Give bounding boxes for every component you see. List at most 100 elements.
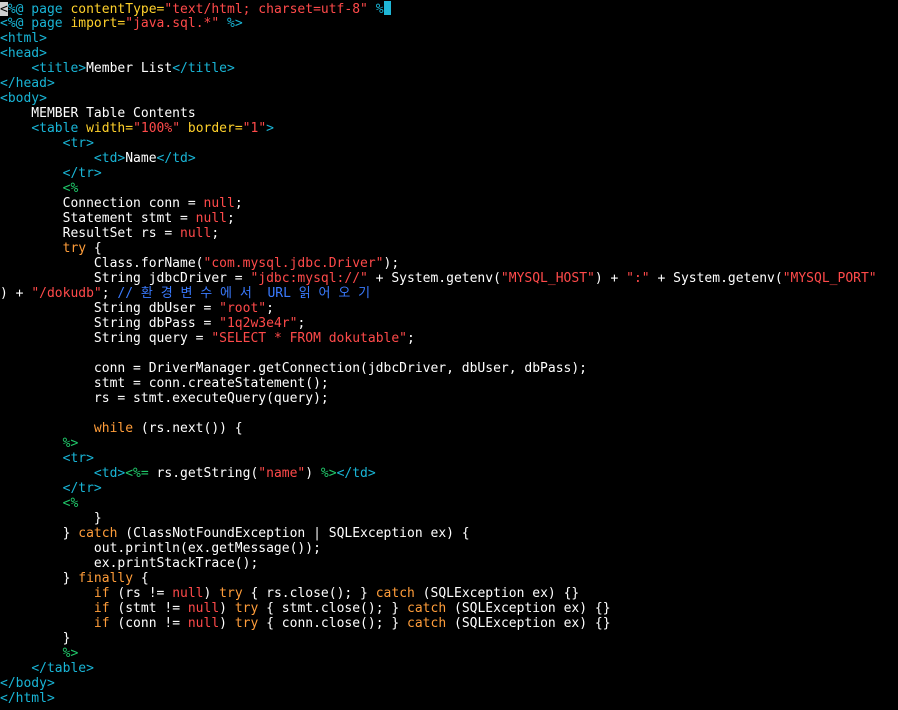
code-token: (rs != bbox=[109, 586, 173, 601]
code-token: } bbox=[0, 526, 79, 541]
code-token: String dbPass = bbox=[0, 316, 220, 331]
code-line: <td>Name</td> bbox=[0, 151, 898, 166]
code-line: </head> bbox=[0, 76, 898, 91]
code-token: </td> bbox=[336, 466, 376, 481]
code-line: } finally { bbox=[0, 571, 898, 586]
code-line: <title>Member List</title> bbox=[0, 61, 898, 76]
code-token: if bbox=[93, 616, 110, 631]
code-token: null bbox=[172, 586, 204, 601]
code-token: <title> bbox=[31, 61, 87, 76]
code-line: <td><%= rs.getString("name") %></td> bbox=[0, 466, 898, 481]
code-token: { bbox=[86, 241, 102, 256]
code-line: out.println(ex.getMessage()); bbox=[0, 541, 898, 556]
code-token: (ClassNotFoundException | SQLException e… bbox=[117, 526, 470, 541]
code-token: ex.printStackTrace(); bbox=[0, 556, 259, 571]
code-token: %@ page bbox=[7, 2, 71, 16]
code-line: </tr> bbox=[0, 481, 898, 496]
code-line: <body> bbox=[0, 91, 898, 106]
code-token: null bbox=[187, 616, 220, 631]
code-token: stmt = conn.createStatement(); bbox=[0, 376, 329, 391]
code-token: <% bbox=[62, 181, 79, 196]
code-line: </body> bbox=[0, 676, 898, 691]
code-token: (SQLException ex) {} bbox=[446, 616, 611, 631]
code-line: try { bbox=[0, 241, 898, 256]
code-token: rs = stmt.executeQuery(query); bbox=[0, 391, 329, 406]
code-token: String dbUser = bbox=[0, 301, 220, 316]
code-line: <head> bbox=[0, 46, 898, 61]
code-token: catch bbox=[375, 586, 415, 601]
code-line: <% bbox=[0, 496, 898, 511]
code-token: %> bbox=[62, 646, 79, 661]
code-token: <%= bbox=[125, 466, 149, 481]
code-token: try bbox=[219, 586, 243, 601]
code-token: </table> bbox=[31, 661, 94, 676]
code-line: conn = DriverManager.getConnection(jdbcD… bbox=[0, 361, 898, 376]
code-line: rs = stmt.executeQuery(query); bbox=[0, 391, 898, 406]
code-line: %> bbox=[0, 436, 898, 451]
code-token: } bbox=[0, 571, 79, 586]
code-token: ; bbox=[226, 211, 235, 226]
code-token: // 환 경 변 수 에 서 URL 읽 어 오 기 bbox=[117, 286, 371, 301]
code-token: </tr> bbox=[62, 481, 102, 496]
code-token: </html> bbox=[0, 691, 55, 706]
code-token: <table bbox=[31, 121, 87, 136]
code-token: { conn.close(); } bbox=[258, 616, 408, 631]
code-line: if (rs != null) try { rs.close(); } catc… bbox=[0, 586, 898, 601]
code-token: { rs.close(); } bbox=[242, 586, 376, 601]
code-token: ) bbox=[203, 586, 220, 601]
code-token: <tr> bbox=[62, 136, 94, 151]
code-token: ) bbox=[219, 616, 235, 631]
code-token: </body> bbox=[0, 676, 55, 691]
code-token: "text/html; charset=utf-8" bbox=[164, 2, 368, 16]
code-token: "java.sql.*" bbox=[125, 16, 220, 31]
code-token: ; bbox=[297, 316, 306, 331]
code-token: Connection conn = bbox=[0, 196, 204, 211]
code-line: <tr> bbox=[0, 451, 898, 466]
code-line: ResultSet rs = null; bbox=[0, 226, 898, 241]
code-line: <table width="100%" border="1"> bbox=[0, 121, 898, 136]
code-token: catch bbox=[78, 526, 118, 541]
code-line: String jdbcDriver = "jdbc:mysql://" + Sy… bbox=[0, 271, 898, 286]
code-line: <% bbox=[0, 181, 898, 196]
code-line: if (stmt != null) try { stmt.close(); } … bbox=[0, 601, 898, 616]
code-token: "com.mysql.jdbc.Driver" bbox=[203, 256, 384, 271]
code-token: ) + bbox=[0, 286, 32, 301]
code-token: "SELECT * FROM dokutable" bbox=[211, 331, 407, 346]
code-token: "root" bbox=[219, 301, 267, 316]
terminal-editor[interactable]: <%@ page contentType="text/html; charset… bbox=[0, 0, 898, 710]
code-token: ; bbox=[101, 286, 118, 301]
code-line: </html> bbox=[0, 691, 898, 706]
code-token: ) bbox=[305, 466, 321, 481]
code-token: "MYSQL_HOST" bbox=[500, 271, 595, 286]
code-token: + System.getenv( bbox=[367, 271, 501, 286]
code-token: </title> bbox=[172, 61, 235, 76]
code-token: <td> bbox=[93, 151, 126, 166]
code-token: %> bbox=[62, 436, 79, 451]
code-token: <body> bbox=[0, 91, 47, 106]
code-line: %> bbox=[0, 646, 898, 661]
code-line: String query = "SELECT * FROM dokutable"… bbox=[0, 331, 898, 346]
code-token: out.println(ex.getMessage()); bbox=[0, 541, 321, 556]
code-token: + System.getenv( bbox=[649, 271, 783, 286]
code-token: "MYSQL_PORT" bbox=[782, 271, 877, 286]
code-token: </td> bbox=[156, 151, 196, 166]
code-token: contentType= bbox=[70, 2, 165, 16]
code-token: (SQLException ex) {} bbox=[414, 586, 580, 601]
code-token: "1" bbox=[242, 121, 267, 136]
code-token: try bbox=[234, 616, 259, 631]
code-token: null bbox=[203, 196, 235, 211]
code-token: null bbox=[180, 226, 212, 241]
code-token: Class.forName( bbox=[0, 256, 204, 271]
code-line: </table> bbox=[0, 661, 898, 676]
code-token: rs.getString( bbox=[148, 466, 259, 481]
code-token: (SQLException ex) {} bbox=[446, 601, 611, 616]
code-token: <td> bbox=[93, 466, 126, 481]
